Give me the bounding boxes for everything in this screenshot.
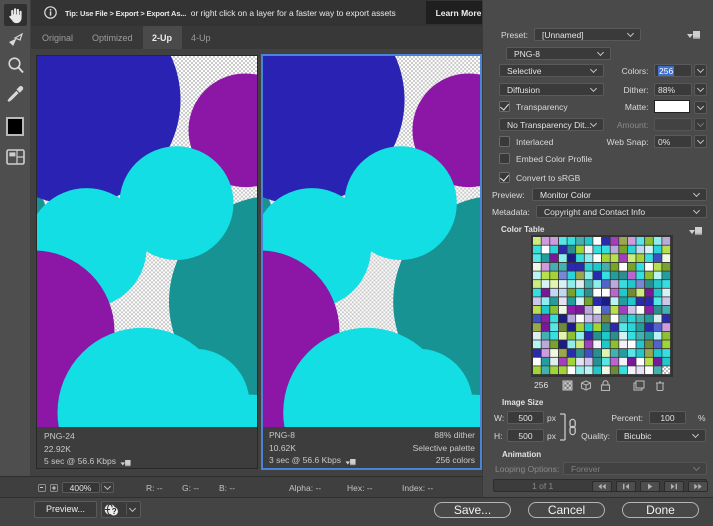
svg-text:?: ? xyxy=(112,507,117,516)
